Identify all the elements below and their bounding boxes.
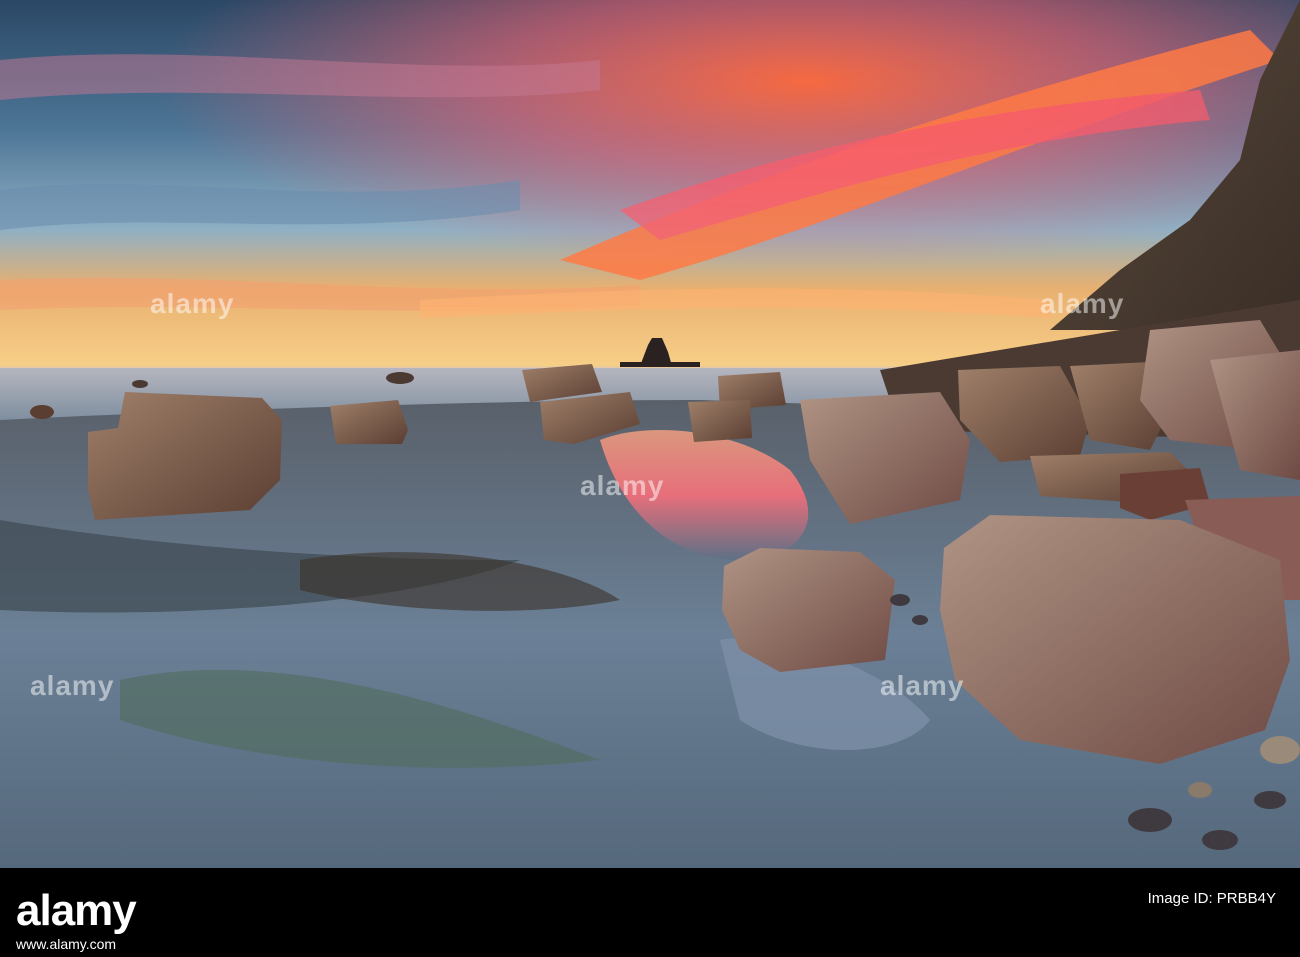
watermark-logo: alamy: [150, 288, 235, 319]
footer-bar: alamy Image ID: PRBB4Y www.alamy.com: [0, 868, 1300, 957]
alamy-logo: alamy: [16, 886, 137, 936]
image-id-label: Image ID: PRBB4Y: [1147, 890, 1276, 907]
logo-text: alamy: [16, 886, 137, 935]
watermark-logo: alamy: [30, 670, 115, 701]
watermark-logo: alamy: [880, 670, 965, 701]
sunset-beach-photo: alamy alamy alamy alamy alamy: [0, 0, 1300, 868]
boulder-front: [722, 548, 895, 672]
watermark-logo: alamy: [580, 470, 665, 501]
photo-frame: alamy alamy alamy alamy alamy alamy Imag…: [0, 0, 1300, 957]
watermark-logo: alamy: [1040, 288, 1125, 319]
image-id-block: Image ID: PRBB4Y: [1148, 890, 1276, 907]
site-url: www.alamy.com: [16, 936, 117, 952]
